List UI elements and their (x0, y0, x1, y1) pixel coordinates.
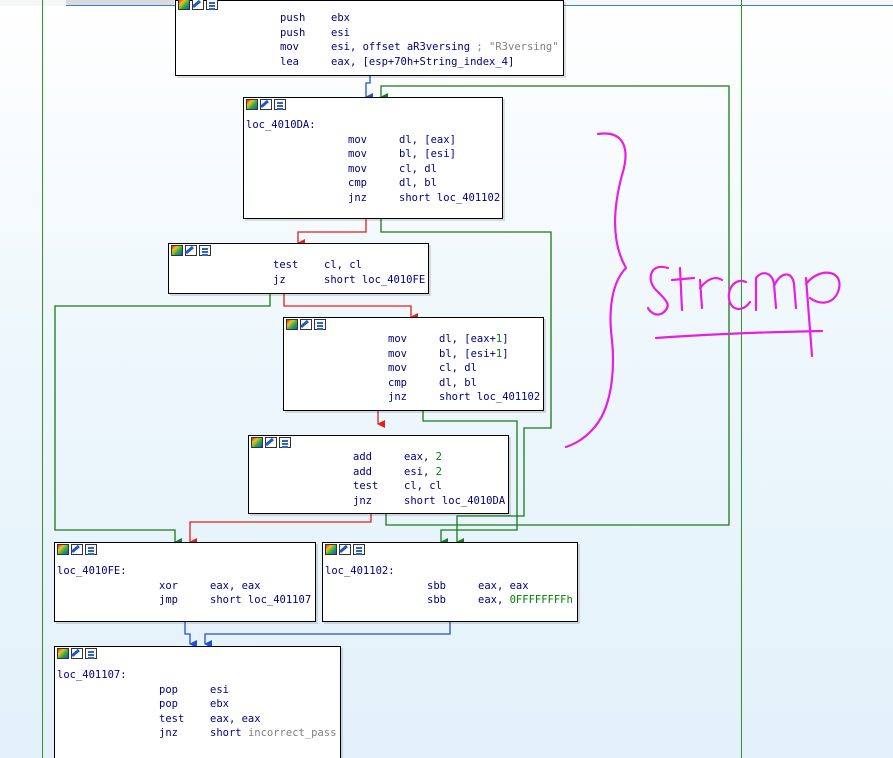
handwritten-annotation (564, 132, 841, 449)
curly-brace-icon (564, 132, 628, 449)
strcmp-scribble (646, 265, 841, 358)
graph-view[interactable]: push ebx push esi mov esi, offset aR3versin… (0, 0, 893, 758)
